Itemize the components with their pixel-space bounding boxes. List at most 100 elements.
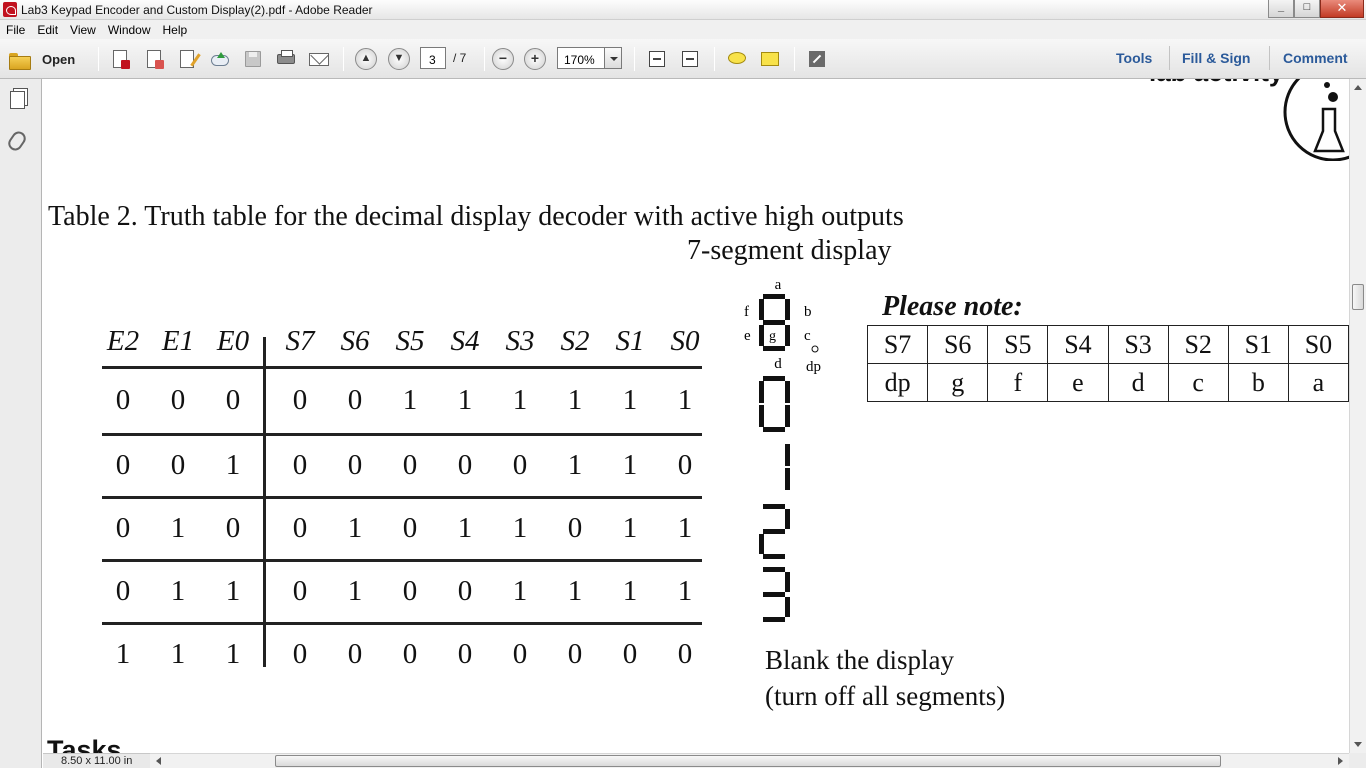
previous-page-button[interactable]: ▲ xyxy=(355,48,377,70)
table-row-rule xyxy=(102,622,702,625)
table-cell: 0 xyxy=(347,449,363,481)
zoom-in-button[interactable]: + xyxy=(524,48,546,70)
blank-display-note-line1: Blank the display xyxy=(765,645,954,675)
menu-bar: File Edit View Window Help xyxy=(0,20,1366,39)
table-cell: 0 xyxy=(457,449,473,481)
top-fragment-text: lab activity xyxy=(1149,79,1283,88)
table-cell: 1 xyxy=(347,512,363,544)
scroll-left-icon[interactable] xyxy=(156,757,161,765)
attachments-icon[interactable] xyxy=(5,128,29,154)
upload-button[interactable] xyxy=(210,49,230,69)
table-cell: 0 xyxy=(115,575,131,607)
table-caption: Table 2. Truth table for the decimal dis… xyxy=(48,201,904,232)
print-button[interactable] xyxy=(276,49,296,69)
table-header-e0: E0 xyxy=(216,325,250,357)
fill-and-sign-link[interactable]: Fill & Sign xyxy=(1182,50,1250,66)
minimize-button[interactable]: _ xyxy=(1268,0,1294,18)
segment-cell: a xyxy=(1287,363,1349,402)
lab-flask-logo xyxy=(1283,79,1349,161)
signal-cell: S1 xyxy=(1227,325,1289,364)
menu-file[interactable]: File xyxy=(0,20,31,39)
table-cell: 1 xyxy=(622,512,638,544)
segment-cell: e xyxy=(1047,363,1109,402)
sticky-note-button[interactable] xyxy=(727,49,747,69)
horizontal-scrollbar[interactable] xyxy=(150,753,1349,768)
table-cell: 1 xyxy=(677,575,693,607)
seg-label-a: a xyxy=(775,277,782,293)
segment-cell: dp xyxy=(866,363,929,402)
seg-label-e: e xyxy=(744,328,751,344)
table-cell: 0 xyxy=(170,384,186,416)
fit-page-button[interactable] xyxy=(647,49,667,69)
table-header-s1: S1 xyxy=(615,325,645,357)
next-page-button[interactable]: ▼ xyxy=(388,48,410,70)
table-cell: 1 xyxy=(457,512,473,544)
table-cell: 1 xyxy=(512,512,528,544)
page-total: / 7 xyxy=(453,51,467,65)
table-cell: 1 xyxy=(567,384,583,416)
table-header-s7: S7 xyxy=(285,325,315,357)
full-screen-button[interactable] xyxy=(807,49,827,69)
table-cell: 1 xyxy=(457,384,473,416)
table-cell: 1 xyxy=(677,512,693,544)
table-cell: 0 xyxy=(292,449,308,481)
scroll-down-icon[interactable] xyxy=(1354,742,1362,747)
table-cell: 0 xyxy=(347,638,363,670)
table-cell: 1 xyxy=(225,449,241,481)
zoom-out-button[interactable]: − xyxy=(492,48,514,70)
scroll-right-icon[interactable] xyxy=(1338,757,1343,765)
page-number-input[interactable] xyxy=(420,47,446,69)
table-cell: 0 xyxy=(292,575,308,607)
toolbar-separator xyxy=(634,47,635,71)
tools-link[interactable]: Tools xyxy=(1116,50,1152,66)
seg-label-b: b xyxy=(804,304,812,320)
export-pdf-button[interactable] xyxy=(144,49,164,69)
horizontal-scroll-thumb[interactable] xyxy=(275,755,1221,767)
maximize-icon: □ xyxy=(1303,1,1311,13)
menu-view[interactable]: View xyxy=(64,20,102,39)
open-button[interactable]: Open xyxy=(8,48,88,70)
table-header-s6: S6 xyxy=(340,325,370,357)
zoom-input[interactable] xyxy=(557,47,605,69)
segment-reference-digit: a f b g e c d dp xyxy=(744,277,821,375)
table-cell: 0 xyxy=(347,384,363,416)
fit-width-button[interactable] xyxy=(680,49,700,69)
page-thumbnails-icon[interactable] xyxy=(9,88,29,109)
segment-cell: f xyxy=(987,363,1049,402)
sign-button[interactable] xyxy=(760,49,780,69)
zoom-dropdown-button[interactable] xyxy=(604,47,622,69)
fit-width-icon xyxy=(682,51,698,67)
comment-link[interactable]: Comment xyxy=(1283,50,1348,66)
toolbar-separator xyxy=(1169,46,1170,70)
table-header-s3: S3 xyxy=(505,325,535,357)
table-row-rule xyxy=(102,496,702,499)
table-cell: 1 xyxy=(170,512,186,544)
seg-label-f: f xyxy=(744,304,749,320)
table-divider xyxy=(263,337,266,667)
save-button[interactable] xyxy=(243,49,263,69)
email-button[interactable] xyxy=(309,49,329,69)
table-cell: 0 xyxy=(677,638,693,670)
toolbar: Open ▲ ▼ − + xyxy=(0,39,1366,79)
close-button[interactable]: ✕ xyxy=(1320,0,1364,18)
menu-window[interactable]: Window xyxy=(102,20,157,39)
table-cell: 1 xyxy=(347,575,363,607)
page-size-status: 8.50 x 11.00 in xyxy=(43,753,150,768)
digit-3-drawing xyxy=(763,567,790,622)
create-pdf-button[interactable] xyxy=(110,49,130,69)
vertical-scrollbar[interactable] xyxy=(1349,79,1366,753)
signal-cell: S3 xyxy=(1107,325,1169,364)
table-cell: 0 xyxy=(402,638,418,670)
table-cell: 1 xyxy=(567,449,583,481)
menu-help[interactable]: Help xyxy=(157,20,194,39)
upload-arrow-icon xyxy=(217,52,225,58)
maximize-button[interactable]: □ xyxy=(1294,0,1320,18)
edit-pdf-button[interactable] xyxy=(177,49,201,69)
table-cell: 1 xyxy=(512,384,528,416)
table-cell: 0 xyxy=(292,638,308,670)
signal-cell: S2 xyxy=(1167,325,1229,364)
scroll-up-icon[interactable] xyxy=(1354,85,1362,90)
vertical-scroll-thumb[interactable] xyxy=(1352,284,1364,310)
menu-edit[interactable]: Edit xyxy=(31,20,64,39)
table-cell: 0 xyxy=(225,512,241,544)
